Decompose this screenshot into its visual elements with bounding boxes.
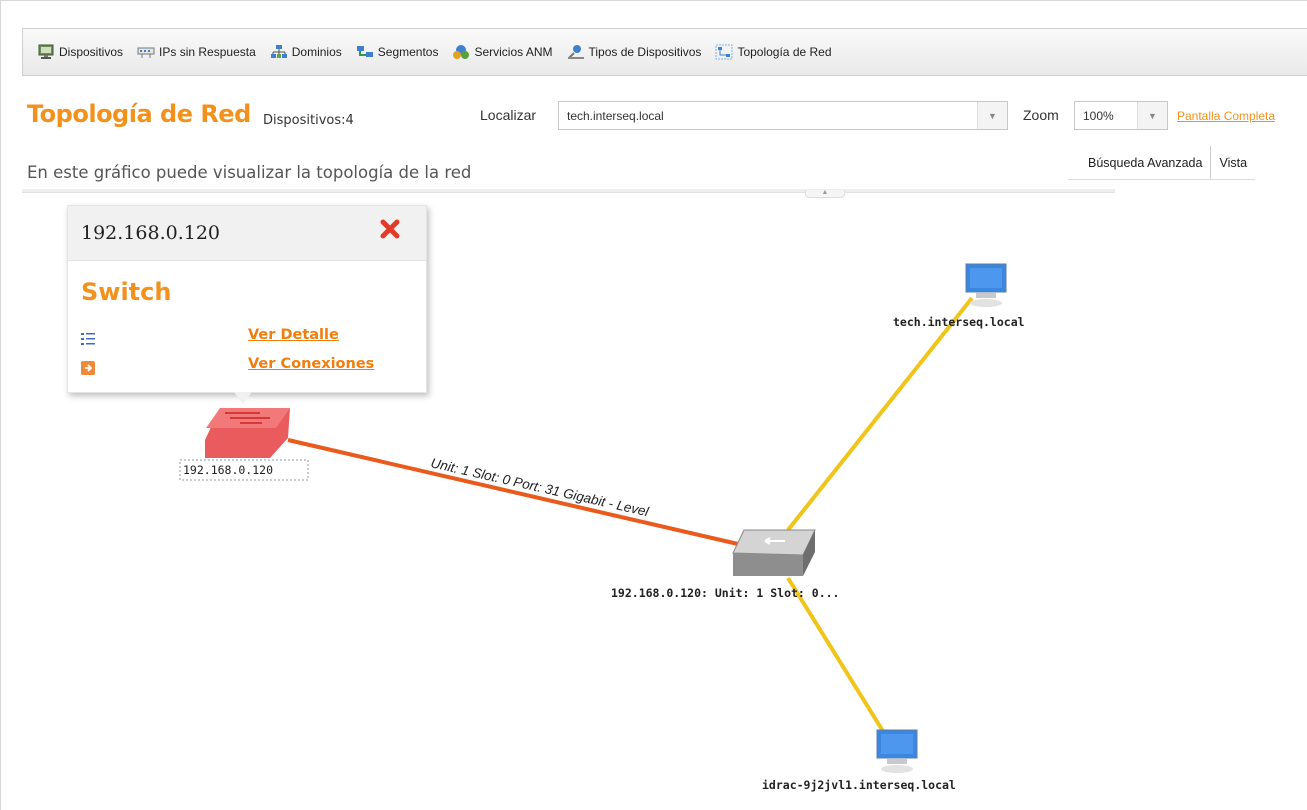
link-port-tech[interactable] [786, 296, 974, 532]
computer-node-idrac[interactable] [876, 729, 918, 773]
close-icon[interactable] [378, 217, 402, 241]
switch-node-label: 192.168.0.120 [183, 463, 273, 477]
idrac-node-label: idrac-9j2jvl1.interseq.local [762, 778, 956, 792]
port-switch-node[interactable] [732, 529, 816, 576]
list-icon [81, 332, 95, 346]
popup-ip: 192.168.0.120 [81, 222, 221, 244]
ver-conexiones-link[interactable]: Ver Conexiones [248, 356, 374, 372]
link-port-idrac[interactable] [786, 576, 888, 738]
popup-row-connections [81, 361, 95, 375]
popup-header: 192.168.0.120 [68, 206, 426, 261]
topology-graph: Unit: 1 Slot: 0 Port: 31 Gigabit - Level… [179, 263, 1025, 792]
popup-pointer [234, 392, 252, 404]
popup-device-type: Switch [81, 278, 172, 306]
arrow-right-icon [81, 361, 95, 375]
link-switch-port[interactable] [287, 438, 739, 546]
ver-detalle-link[interactable]: Ver Detalle [248, 327, 339, 343]
popup-row-detail [81, 332, 95, 346]
link-label: Unit: 1 Slot: 0 Port: 31 Gigabit - Level [429, 455, 651, 519]
tech-node-label: tech.interseq.local [893, 315, 1025, 329]
port-switch-label: 192.168.0.120: Unit: 1 Slot: 0... [611, 586, 839, 600]
device-popup: 192.168.0.120 Switch Ver Detalle Ver Con… [67, 205, 427, 393]
